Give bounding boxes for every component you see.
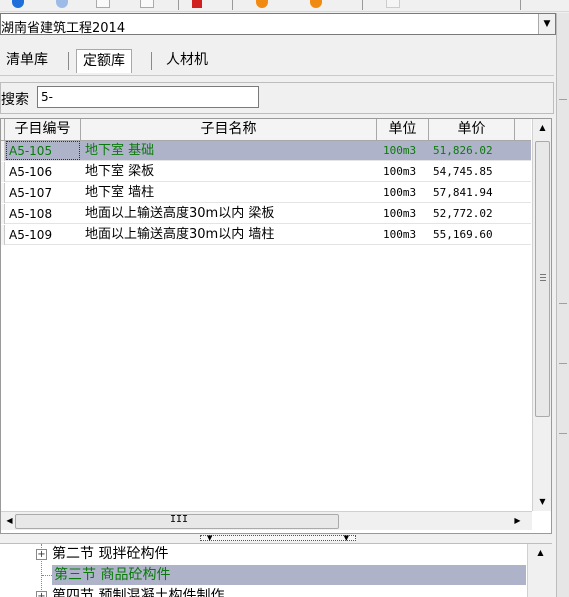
scroll-right-icon[interactable]: ▶ [509, 512, 526, 530]
scroll-up-icon[interactable]: ▲ [528, 548, 552, 557]
grip-line [540, 277, 546, 278]
tab-separator [151, 52, 152, 70]
toolbar-document-edit-icon[interactable] [140, 0, 154, 8]
tree-line [42, 575, 52, 576]
row-indicator [1, 141, 5, 161]
scroll-up-icon[interactable]: ▲ [533, 119, 551, 136]
column-header-code[interactable]: 子目编号 [5, 119, 81, 141]
row-indicator [1, 225, 5, 245]
cell-unit: 100m3 [383, 144, 417, 157]
cell-unit: 100m3 [383, 228, 417, 241]
column-header-price[interactable]: 单价 [429, 119, 515, 141]
splitter-down-icon[interactable]: ▼ [344, 535, 349, 542]
panel-divider [559, 99, 567, 100]
cell-price: 51,826.02 [433, 144, 493, 157]
toolbar-delete-icon[interactable] [192, 0, 202, 8]
library-select[interactable]: 湖南省建筑工程2014 ▼ [0, 13, 556, 36]
tree-item[interactable]: 第四节 预制混凝土构件制作 [52, 586, 224, 597]
panel-divider [559, 303, 567, 304]
tree-item[interactable]: 第二节 现拌砼构件 [52, 544, 168, 564]
cell-code: A5-106 [9, 165, 53, 179]
chevron-down-icon[interactable]: ▼ [538, 14, 555, 34]
cell-price: 54,745.85 [433, 165, 493, 178]
chapter-tree: + 第二节 现拌砼构件 第三节 商品砼构件 + 第四节 预制混凝土构件制作 ▲ [0, 543, 552, 597]
library-tabs: 清单库 定额库 人材机 [0, 44, 554, 76]
toolbar-separator [232, 0, 233, 10]
table-row[interactable]: A5-106 地下室 梁板 100m3 54,745.85 [1, 162, 531, 182]
row-indicator [1, 162, 5, 182]
tab-bill-library[interactable]: 清单库 [0, 49, 54, 73]
toolbar-separator [362, 0, 363, 10]
table-row[interactable]: A5-107 地下室 墙柱 100m3 57,841.94 [1, 183, 531, 203]
tab-quota-library[interactable]: 定额库 [76, 49, 132, 73]
table-row[interactable]: A5-108 地面以上输送高度30m以内 梁板 100m3 52,772.02 [1, 204, 531, 224]
column-header-name[interactable]: 子目名称 [81, 119, 377, 141]
cell-name: 地下室 基础 [85, 143, 155, 158]
table-header: 子目编号 子目名称 单位 单价 [1, 119, 531, 141]
panel-divider [559, 433, 567, 434]
cell-name: 地面以上输送高度30m以内 墙柱 [85, 227, 275, 242]
toolbar-grey-icon [386, 0, 400, 8]
toolbar [0, 0, 569, 12]
scroll-grip: III [170, 514, 189, 525]
splitter-down-icon[interactable]: ▼ [207, 535, 212, 542]
cell-price: 55,169.60 [433, 228, 493, 241]
row-indicator [1, 204, 5, 224]
table-row[interactable]: A5-109 地面以上输送高度30m以内 墙柱 100m3 55,169.60 [1, 225, 531, 245]
tab-separator [68, 52, 69, 70]
search-bar: 搜索 [0, 82, 554, 114]
vertical-scrollbar[interactable]: ▲ ▼ [532, 119, 551, 511]
vertical-scroll-thumb[interactable] [535, 141, 550, 417]
cell-code: A5-108 [9, 207, 53, 221]
tree-vertical-scrollbar[interactable]: ▲ [527, 544, 552, 597]
cell-unit: 100m3 [383, 207, 417, 220]
quota-table: 子目编号 子目名称 单位 单价 A5-105 地下室 基础 100m3 51,8… [0, 118, 552, 534]
tab-labor-material-machine[interactable]: 人材机 [160, 49, 214, 73]
grip-line [540, 274, 546, 275]
toolbar-document-icon[interactable] [96, 0, 110, 8]
cell-unit: 100m3 [383, 165, 417, 178]
expand-icon[interactable]: + [36, 591, 47, 597]
search-label: 搜索 [1, 92, 29, 108]
cell-name: 地下室 墙柱 [85, 185, 155, 200]
toolbar-blue-icon[interactable] [12, 0, 24, 8]
table-row[interactable]: A5-105 地下室 基础 100m3 51,826.02 [1, 141, 531, 161]
toolbar-separator [178, 0, 179, 10]
cell-code: A5-109 [9, 228, 53, 242]
cell-name: 地下室 梁板 [85, 164, 155, 179]
cell-code: A5-105 [9, 144, 53, 158]
row-indicator [1, 183, 5, 203]
toolbar-blue-icon-disabled [56, 0, 68, 8]
right-side-panel [556, 13, 569, 597]
library-select-value: 湖南省建筑工程2014 [1, 21, 126, 36]
toolbar-separator [520, 0, 521, 10]
toolbar-orange-icon-2[interactable] [310, 0, 322, 8]
toolbar-orange-icon[interactable] [256, 0, 268, 8]
tree-item-selected[interactable]: 第三节 商品砼构件 [52, 565, 526, 585]
panel-splitter[interactable]: ▼ ▼ [200, 535, 356, 542]
horizontal-scroll-thumb[interactable]: III [15, 514, 339, 529]
cell-price: 57,841.94 [433, 186, 493, 199]
cell-price: 52,772.02 [433, 207, 493, 220]
column-header-unit[interactable]: 单位 [377, 119, 429, 141]
panel-divider [559, 363, 567, 364]
expand-icon[interactable]: + [36, 549, 47, 560]
scroll-down-icon[interactable]: ▼ [533, 493, 551, 510]
cell-name: 地面以上输送高度30m以内 梁板 [85, 206, 275, 221]
grip-line [540, 280, 546, 281]
horizontal-scrollbar[interactable]: ◀ III ▶ [1, 511, 532, 530]
cell-code: A5-107 [9, 186, 53, 200]
search-input[interactable] [37, 86, 259, 108]
cell-unit: 100m3 [383, 186, 417, 199]
